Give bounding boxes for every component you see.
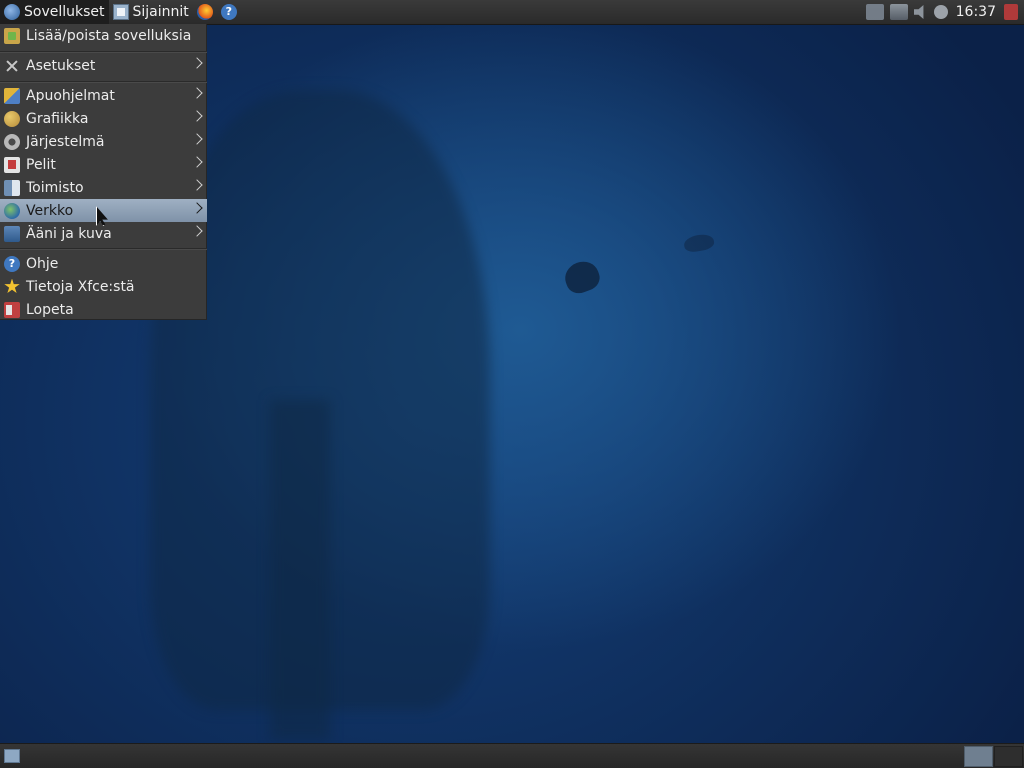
menu-item-label: Tietoja Xfce:stä: [26, 278, 135, 295]
places-icon: [112, 4, 129, 20]
submenu-arrow-icon: [191, 110, 203, 122]
submenu-arrow-icon: [191, 225, 203, 237]
applications-menu-label: Sovellukset: [24, 4, 105, 20]
wallpaper-bird: [682, 232, 716, 254]
graphics-icon: [4, 110, 20, 127]
submenu-arrow-icon: [191, 202, 203, 214]
wallpaper-tree-trunk: [270, 400, 330, 740]
menu-separator: [0, 248, 207, 250]
applications-menu: Lisää/poista sovelluksia Asetukset Apuoh…: [0, 24, 207, 320]
help-icon: ?: [220, 4, 237, 20]
system-tray: 16:37: [865, 0, 1024, 24]
logout-icon[interactable]: [1004, 4, 1018, 20]
submenu-arrow-icon: [191, 87, 203, 99]
menu-item-add-remove-software[interactable]: Lisää/poista sovelluksia: [0, 24, 207, 47]
menu-item-settings[interactable]: Asetukset: [0, 54, 207, 77]
help-icon: ?: [4, 255, 20, 272]
firefox-launcher[interactable]: [193, 0, 217, 24]
add-remove-software-icon: [4, 27, 20, 44]
firefox-icon: [196, 4, 213, 20]
submenu-arrow-icon: [191, 133, 203, 145]
menu-item-help[interactable]: ? Ohje: [0, 252, 207, 275]
star-icon: [4, 278, 20, 294]
show-desktop-button[interactable]: [4, 749, 20, 763]
clock[interactable]: 16:37: [956, 4, 996, 20]
office-icon: [4, 179, 20, 196]
menu-item-label: Toimisto: [26, 179, 84, 196]
accessories-icon: [4, 87, 20, 104]
games-icon: [4, 156, 20, 173]
menu-item-label: Lopeta: [26, 301, 74, 318]
network-icon[interactable]: [889, 4, 908, 20]
disk-icon[interactable]: [933, 5, 948, 19]
menu-item-label: Pelit: [26, 156, 56, 173]
volume-icon[interactable]: [913, 5, 924, 19]
menu-item-logout[interactable]: Lopeta: [0, 298, 207, 321]
submenu-arrow-icon: [191, 57, 203, 69]
menu-item-accessories[interactable]: Apuohjelmat: [0, 84, 207, 107]
menu-item-games[interactable]: Pelit: [0, 153, 207, 176]
menu-item-label: Apuohjelmat: [26, 87, 115, 104]
menu-item-label: Grafiikka: [26, 110, 89, 127]
menu-item-label: Ohje: [26, 255, 59, 272]
settings-icon: [4, 58, 20, 74]
top-panel: Sovellukset Sijainnit ? 16:37: [0, 0, 1024, 25]
logout-icon: [4, 301, 20, 318]
menu-item-graphics[interactable]: Grafiikka: [0, 107, 207, 130]
help-launcher[interactable]: ?: [217, 0, 241, 24]
menu-item-label: Lisää/poista sovelluksia: [26, 27, 192, 44]
submenu-arrow-icon: [191, 179, 203, 191]
workspace-2-button[interactable]: [994, 746, 1023, 767]
menu-item-label: Ääni ja kuva: [26, 225, 112, 242]
system-icon: [4, 133, 20, 150]
menu-separator: [0, 81, 207, 83]
menu-item-label: Asetukset: [26, 57, 96, 74]
menu-item-office[interactable]: Toimisto: [0, 176, 207, 199]
wallpaper-bird: [560, 257, 604, 297]
menu-item-about-xfce[interactable]: Tietoja Xfce:stä: [0, 275, 207, 298]
applications-menu-button[interactable]: Sovellukset: [0, 0, 109, 24]
multimedia-icon: [4, 225, 20, 242]
bottom-panel: [0, 743, 1024, 768]
package-updater-icon[interactable]: [865, 4, 884, 20]
menu-item-system[interactable]: Järjestelmä: [0, 130, 207, 153]
menu-item-label: Järjestelmä: [26, 133, 105, 150]
places-menu-label: Sijainnit: [132, 4, 189, 20]
submenu-arrow-icon: [191, 156, 203, 168]
menu-item-label: Verkko: [26, 202, 74, 219]
xfce-logo-icon: [4, 4, 20, 20]
menu-separator: [0, 51, 207, 53]
places-menu-button[interactable]: Sijainnit: [109, 0, 193, 24]
workspace-1-button[interactable]: [964, 746, 993, 767]
network-icon: [4, 202, 20, 219]
